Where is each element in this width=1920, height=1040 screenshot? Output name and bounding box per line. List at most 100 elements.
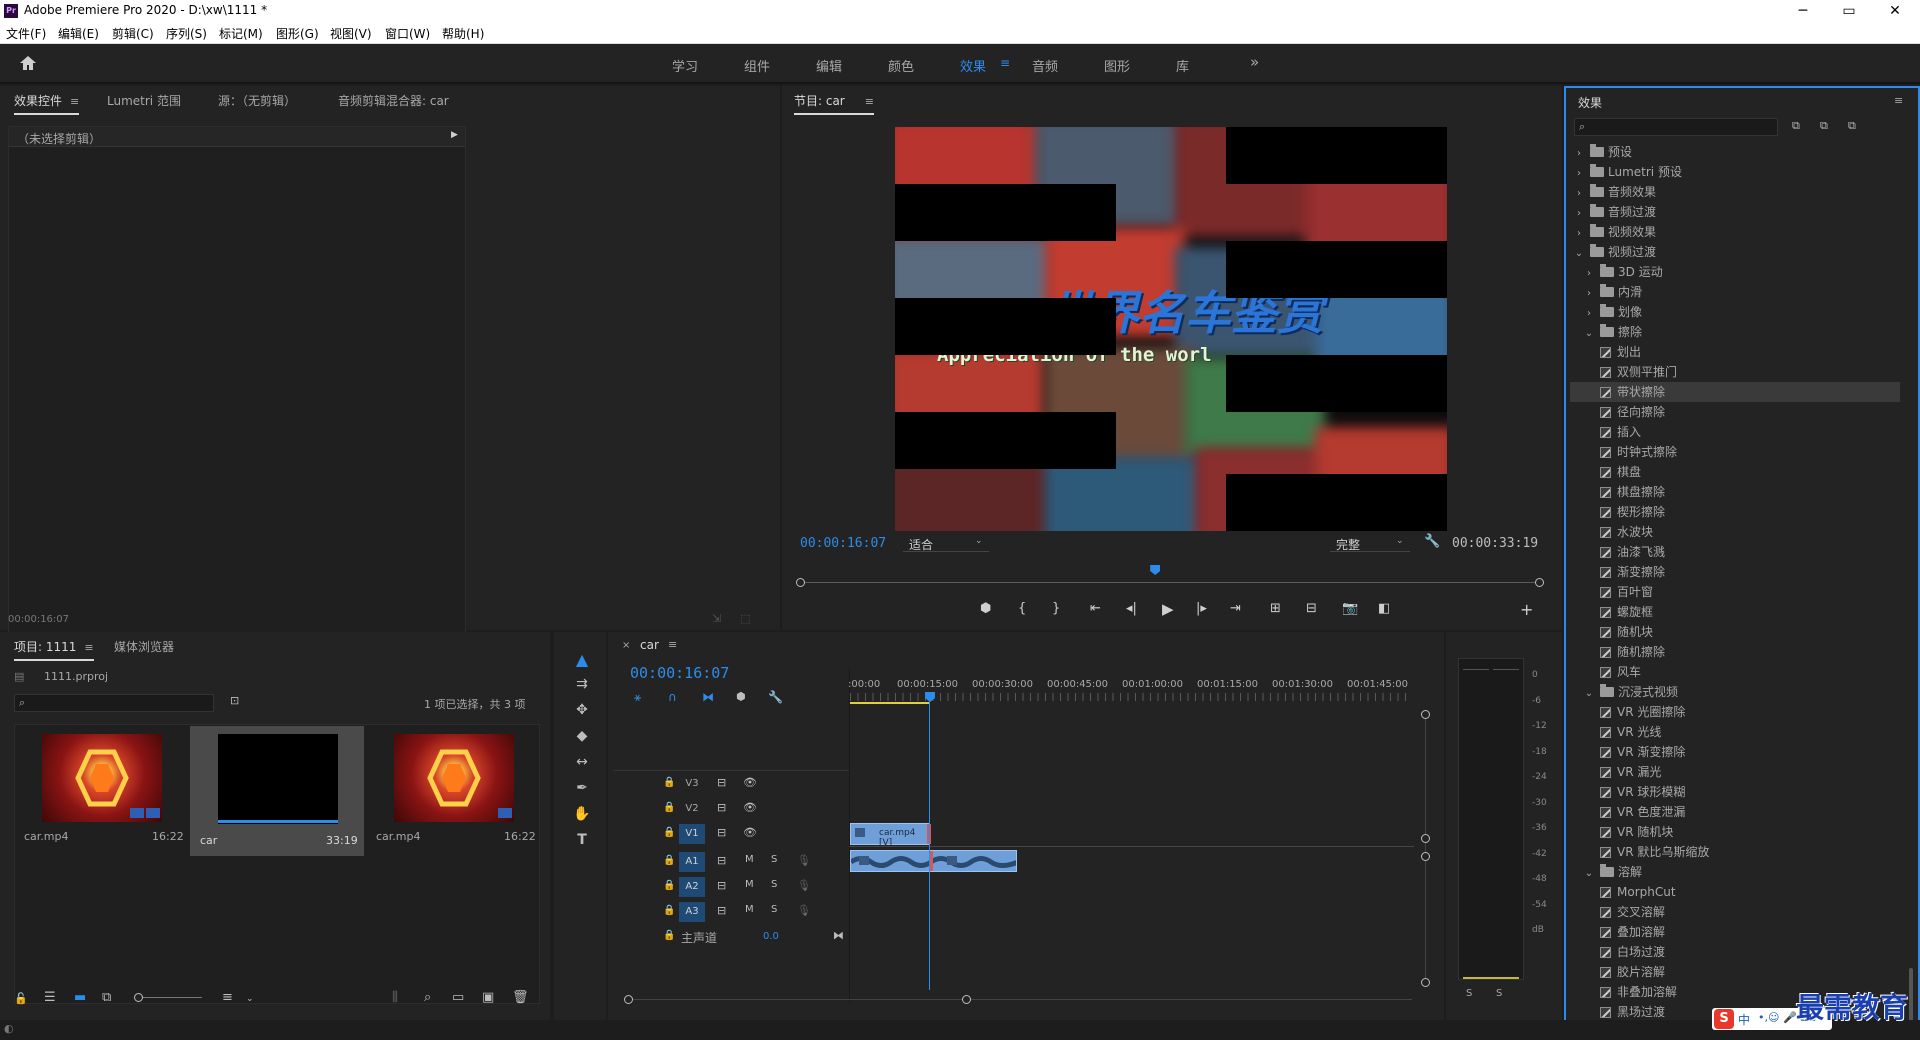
chevron-right-icon[interactable]: › (1574, 164, 1584, 184)
slip-tool-icon[interactable]: ↔ (572, 754, 592, 770)
lock-icon[interactable]: 🔒 (663, 777, 675, 788)
timeline-timecode[interactable]: 00:00:16:07 (630, 664, 729, 682)
sync-lock-icon[interactable]: ⊟ (717, 801, 726, 814)
microphone-icon[interactable]: 🎙 (797, 854, 811, 867)
effects-item[interactable]: 插入 (1570, 422, 1900, 442)
32bit-color-icon[interactable]: ⧉ (1820, 119, 1828, 133)
export-icon[interactable]: ⬚ (740, 612, 750, 625)
effects-item[interactable]: 油漆飞溅 (1570, 542, 1900, 562)
effects-item[interactable]: VR 漏光 (1570, 762, 1900, 782)
solo-button[interactable]: S (771, 879, 777, 890)
workspace-tab-graphics[interactable]: 图形 (1104, 56, 1130, 75)
scroll-handle[interactable] (1421, 710, 1430, 719)
export-frame-icon[interactable]: 📷 (1342, 601, 1358, 616)
effects-folder[interactable]: › 3D 运动 (1570, 262, 1900, 282)
panel-menu-icon[interactable]: ≡ (865, 95, 874, 108)
track-name[interactable]: A1 (679, 852, 705, 872)
solo-left-button[interactable]: S (1466, 988, 1472, 999)
step-forward-icon[interactable]: |▸ (1196, 601, 1207, 616)
timeline-settings-icon[interactable]: 🔧 (768, 690, 783, 704)
effects-item[interactable]: 双侧平推门 (1570, 362, 1900, 382)
chevron-down-icon[interactable]: ⌄ (1584, 684, 1594, 704)
track-name[interactable]: A2 (679, 877, 705, 897)
menu-clip[interactable]: 剪辑(C) (112, 25, 154, 42)
effects-item[interactable]: 径向擦除 (1570, 402, 1900, 422)
menu-window[interactable]: 窗口(W) (385, 25, 430, 42)
scroll-handle[interactable] (1421, 834, 1430, 843)
effects-item[interactable]: 渐变擦除 (1570, 562, 1900, 582)
track-name[interactable]: A3 (679, 902, 705, 922)
effects-item[interactable]: VR 默比乌斯缩放 (1570, 842, 1900, 862)
eye-icon[interactable]: 👁 (743, 776, 757, 789)
effects-item[interactable]: 交叉溶解 (1570, 902, 1900, 922)
effects-item[interactable]: VR 光线 (1570, 722, 1900, 742)
timeline-v-scrollbar[interactable] (1425, 714, 1426, 984)
step-back-icon[interactable]: ◂| (1126, 601, 1137, 616)
effects-item[interactable]: 水波块 (1570, 522, 1900, 542)
effects-item[interactable]: VR 色度泄漏 (1570, 802, 1900, 822)
automate-to-sequence-icon[interactable]: ⫼ (392, 990, 398, 1005)
effects-item[interactable]: MorphCut (1570, 882, 1900, 902)
effects-item[interactable]: 随机块 (1570, 622, 1900, 642)
menu-sequence[interactable]: 序列(S) (166, 25, 207, 42)
pen-tool-icon[interactable]: ✒ (572, 780, 592, 796)
lock-icon[interactable]: 🔓 (14, 992, 28, 1005)
effects-item[interactable]: VR 球形模糊 (1570, 782, 1900, 802)
effects-item[interactable]: 风车 (1570, 662, 1900, 682)
icon-view-icon[interactable]: ▬ (74, 990, 86, 1005)
effects-folder[interactable]: ⌄ 沉浸式视频 (1570, 682, 1900, 702)
eye-icon[interactable]: 👁 (743, 801, 757, 814)
lock-icon[interactable]: 🔒 (663, 905, 675, 916)
effects-item[interactable]: 划出 (1570, 342, 1900, 362)
track-name[interactable]: V1 (679, 824, 705, 844)
chevron-down-icon[interactable]: ⌄ (1584, 324, 1594, 344)
chevron-down-icon[interactable]: ⌄ (1584, 864, 1594, 884)
solo-button[interactable]: S (771, 904, 777, 915)
sort-icon[interactable]: ≡ (222, 990, 233, 1005)
hand-tool-icon[interactable]: ✋ (572, 806, 592, 822)
tab-project[interactable]: 项目: 1111 ≡ (14, 638, 94, 661)
workspace-tab-effects[interactable]: 效果 (960, 56, 986, 75)
scroll-handle-left[interactable] (624, 995, 633, 1004)
eye-icon[interactable]: 👁 (743, 826, 757, 839)
chevron-right-icon[interactable]: › (1574, 144, 1584, 164)
filter-icon[interactable]: ⇲ (712, 612, 721, 625)
effects-folder[interactable]: ⌄ 视频过渡 (1570, 242, 1900, 262)
effects-item[interactable]: 棋盘 (1570, 462, 1900, 482)
play-icon[interactable]: ▶ (1162, 600, 1174, 618)
program-current-timecode[interactable]: 00:00:16:07 (800, 536, 886, 551)
microphone-icon[interactable]: 🎙 (797, 904, 811, 917)
track-header-a3[interactable]: 🔒 A3 ⊟ M S 🎙 (613, 900, 849, 924)
track-header-v2[interactable]: 🔒 V2 ⊟ 👁 (613, 797, 849, 821)
go-to-out-icon[interactable]: ⇥ (1230, 601, 1241, 616)
effects-folder[interactable]: ⌄ 擦除 (1570, 322, 1900, 342)
track-header-a1[interactable]: 🔒 A1 ⊟ M S 🎙 (613, 850, 849, 874)
lift-icon[interactable]: ⊞ (1270, 601, 1281, 616)
razor-tool-icon[interactable]: ◆ (572, 728, 592, 744)
effects-item[interactable]: VR 随机块 (1570, 822, 1900, 842)
selection-tool-icon[interactable]: ▲ (572, 650, 592, 669)
mark-out-icon[interactable]: } (1052, 601, 1060, 616)
panel-menu-icon[interactable]: ≡ (668, 638, 677, 651)
chevron-right-icon[interactable]: › (1574, 224, 1584, 244)
tab-audio-clip-mixer[interactable]: 音频剪辑混合器: car (338, 92, 449, 109)
project-search-input[interactable]: ⌕ (14, 694, 214, 712)
workspace-menu-icon[interactable]: ≡ (1000, 56, 1010, 70)
tab-media-browser[interactable]: 媒体浏览器 (114, 638, 174, 655)
menu-help[interactable]: 帮助(H) (442, 25, 484, 42)
menu-file[interactable]: 文件(F) (6, 25, 46, 42)
project-item[interactable]: car.mp4 16:22 (16, 726, 188, 850)
find-icon[interactable]: ⌕ (424, 990, 431, 1005)
linked-selection-icon[interactable]: ⧓ (702, 690, 714, 704)
effects-folder[interactable]: › 视频效果 (1570, 222, 1900, 242)
scrub-start-handle[interactable] (796, 578, 805, 587)
maximize-button[interactable]: ▭ (1826, 0, 1872, 22)
program-video-frame[interactable]: 世界名车鉴赏 Appreciation of the worl (895, 127, 1447, 531)
go-to-in-icon[interactable]: ⇤ (1090, 601, 1101, 616)
zoom-slider[interactable] (134, 997, 202, 998)
accelerated-effects-icon[interactable]: ⧉ (1792, 119, 1800, 133)
solo-button[interactable]: S (771, 854, 777, 865)
extract-icon[interactable]: ⊟ (1306, 601, 1317, 616)
effects-search-input[interactable]: ⌕ (1574, 118, 1778, 136)
mark-in-icon[interactable]: { (1018, 601, 1026, 616)
